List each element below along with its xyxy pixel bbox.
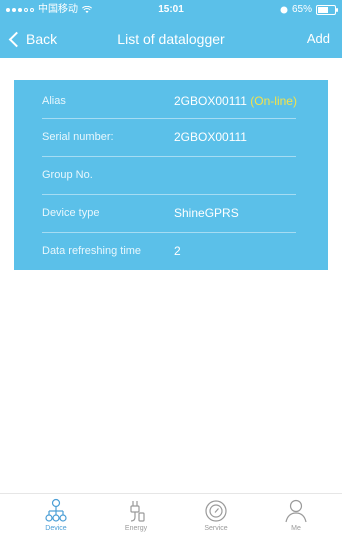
- device-type-value: ShineGPRS: [174, 206, 239, 220]
- device-type-row: Device type ShineGPRS: [42, 194, 296, 232]
- device-type-label: Device type: [42, 207, 100, 219]
- battery-percent: 65%: [291, 4, 312, 15]
- tab-service-label: Service: [204, 525, 228, 532]
- device-network-icon: [45, 498, 67, 522]
- datalogger-info-card: Alias 2GBOX00111 (On-line) Serial number…: [14, 80, 328, 270]
- service-compass-icon: [205, 500, 227, 522]
- page-title: List of datalogger: [117, 31, 225, 47]
- serial-label: Serial number:: [42, 131, 114, 143]
- alias-label: Alias: [42, 95, 66, 107]
- tab-me-label: Me: [291, 525, 301, 532]
- status-bar: 中国移动 15:01 65%: [0, 0, 342, 20]
- tab-me[interactable]: Me: [266, 498, 326, 538]
- energy-plug-icon: [130, 501, 145, 522]
- refresh-time-row: Data refreshing time 2: [42, 232, 296, 270]
- battery-icon: [316, 5, 338, 15]
- group-label: Group No.: [42, 169, 93, 181]
- group-row: Group No.: [42, 156, 296, 194]
- navigation-bar: Back List of datalogger Add: [0, 20, 342, 58]
- refresh-time-label: Data refreshing time: [42, 245, 142, 257]
- tab-energy[interactable]: Energy: [106, 498, 166, 538]
- tab-energy-label: Energy: [124, 525, 148, 532]
- app-header: 中国移动 15:01 65% Back List of datalogger A…: [0, 0, 342, 58]
- refresh-time-value: 2: [174, 244, 181, 258]
- status-right: 65%: [280, 0, 338, 20]
- serial-value: 2GBOX00111: [174, 130, 247, 144]
- add-button[interactable]: Add: [307, 20, 330, 58]
- online-status: (On-line): [250, 94, 297, 108]
- alarm-icon: [280, 6, 288, 14]
- user-icon: [285, 499, 307, 523]
- tab-device[interactable]: Device: [26, 498, 86, 538]
- tab-service[interactable]: Service: [186, 498, 246, 538]
- alias-value: 2GBOX00111: [174, 94, 247, 108]
- alias-row: Alias 2GBOX00111 (On-line): [42, 82, 297, 120]
- serial-row: Serial number: 2GBOX00111: [42, 118, 296, 156]
- alias-value-wrapper: 2GBOX00111 (On-line): [174, 82, 297, 120]
- tab-bar: Device Energy Service Me: [0, 493, 342, 538]
- tab-device-label: Device: [45, 525, 67, 532]
